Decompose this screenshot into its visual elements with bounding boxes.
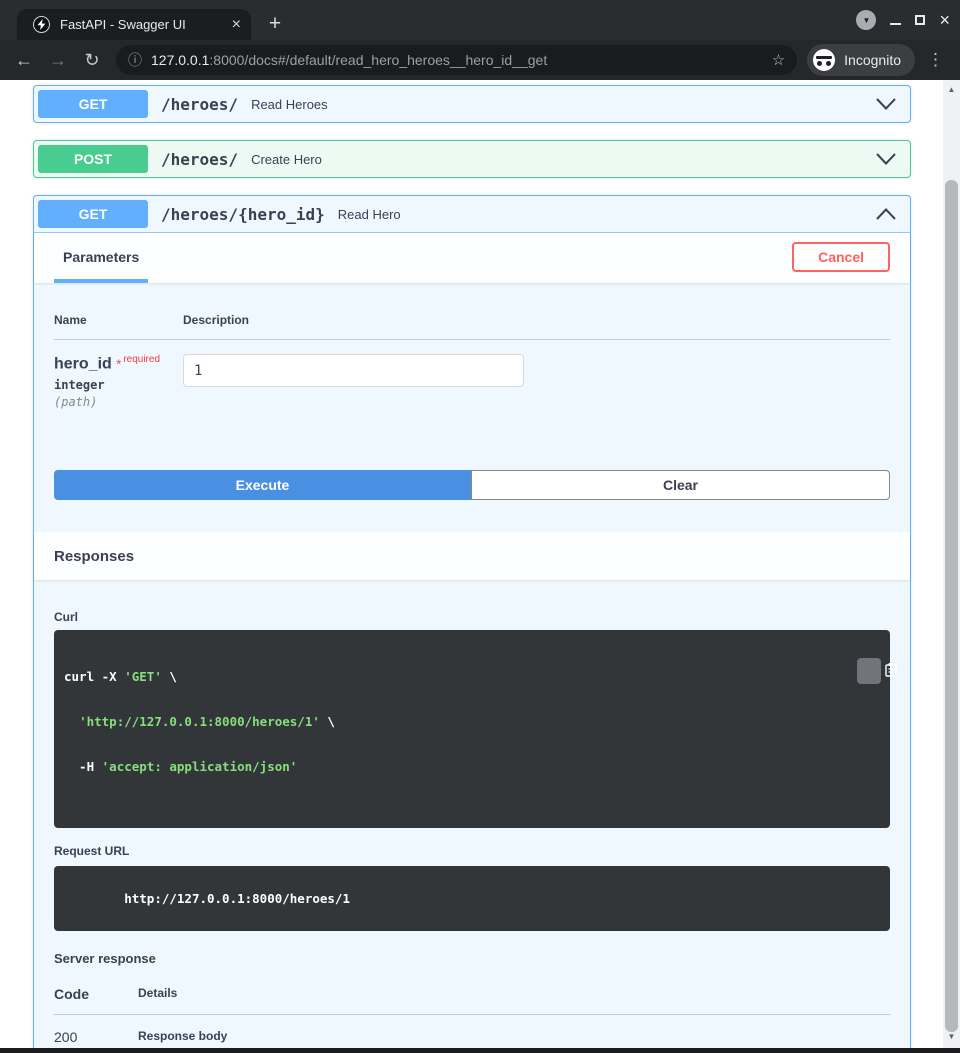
- browser-chrome: FastAPI - Swagger UI × + ▼ × ← → ↻ ⓘ 127…: [0, 0, 960, 80]
- response-table-header: Code Details: [54, 986, 890, 1015]
- curl-line: 'http://127.0.0.1:8000/heroes/1' \: [79, 714, 335, 729]
- server-response-label: Server response: [54, 951, 156, 966]
- browser-toolbar: ← → ↻ ⓘ 127.0.0.1:8000/docs#/default/rea…: [0, 40, 960, 80]
- bookmark-star-icon[interactable]: ☆: [772, 51, 785, 69]
- scroll-up-icon[interactable]: ▲: [943, 85, 960, 94]
- opblock-summary-read-heroes[interactable]: GET /heroes/ Read Heroes: [34, 86, 910, 122]
- copy-curl-button[interactable]: [857, 658, 897, 684]
- method-badge: GET: [38, 90, 148, 118]
- endpoint-path: /heroes/{hero_id}: [161, 204, 325, 224]
- page-scrollbar[interactable]: ▲ ▼: [943, 80, 960, 1048]
- required-star: *: [116, 356, 122, 372]
- window-bottom-edge: [0, 1048, 960, 1053]
- scroll-down-icon[interactable]: ▼: [943, 1032, 960, 1041]
- description-column-header: Description: [183, 313, 250, 327]
- copy-icon: [840, 647, 897, 695]
- name-column-header: Name: [54, 313, 87, 327]
- endpoint-summary: Create Hero: [251, 151, 322, 167]
- chevron-up-icon[interactable]: [876, 208, 896, 220]
- responses-section: Curl curl -X 'GET' \ 'http://127.0.0.1:8…: [34, 580, 910, 1053]
- curl-line: curl -X 'GET' \: [64, 669, 177, 684]
- cancel-button[interactable]: Cancel: [792, 242, 890, 272]
- opblock-create-hero: POST /heroes/ Create Hero: [33, 140, 911, 178]
- window-close-icon[interactable]: ×: [939, 11, 950, 29]
- maximize-icon[interactable]: [915, 15, 926, 25]
- chevron-down-icon[interactable]: [876, 153, 896, 165]
- execute-button[interactable]: Execute: [54, 470, 471, 500]
- endpoint-path: /heroes/: [161, 149, 239, 169]
- parameters-table-header: Name Description: [54, 313, 890, 340]
- back-icon[interactable]: ←: [10, 46, 38, 74]
- method-badge: GET: [38, 200, 148, 228]
- tab-parameters[interactable]: Parameters: [54, 249, 149, 283]
- opblock-summary-read-hero[interactable]: GET /heroes/{hero_id} Read Hero: [34, 196, 910, 233]
- chevron-down-icon[interactable]: [876, 98, 896, 110]
- incognito-icon: [813, 49, 836, 71]
- url-host: 127.0.0.1: [151, 52, 210, 68]
- parameters-section: Name Description hero_id * required integ…: [34, 283, 910, 532]
- curl-line: -H 'accept: application/json': [64, 759, 298, 774]
- endpoint-summary: Read Heroes: [251, 96, 328, 112]
- close-tab-icon[interactable]: ×: [232, 16, 241, 33]
- browser-tab[interactable]: FastAPI - Swagger UI ×: [17, 9, 251, 40]
- curl-command-block: curl -X 'GET' \ 'http://127.0.0.1:8000/h…: [54, 630, 897, 828]
- parameter-name: hero_id: [54, 355, 112, 373]
- parameters-header: Parameters Cancel: [34, 233, 910, 283]
- responses-title: Responses: [54, 547, 135, 565]
- opblock-read-heroes: GET /heroes/ Read Heroes: [33, 85, 911, 123]
- endpoint-path: /heroes/: [161, 94, 239, 114]
- site-info-icon[interactable]: ⓘ: [128, 50, 142, 70]
- scrollbar-thumb[interactable]: [945, 180, 958, 1032]
- url-path: :8000/docs#/default/read_hero_heroes__he…: [209, 52, 548, 68]
- reload-icon[interactable]: ↻: [78, 46, 106, 74]
- required-label: required: [123, 354, 161, 365]
- opblock-read-hero: GET /heroes/{hero_id} Read Hero Paramete…: [33, 195, 911, 1053]
- url-text: 127.0.0.1:8000/docs#/default/read_hero_h…: [151, 52, 763, 68]
- window-controls: ▼ ×: [856, 8, 950, 32]
- code-column-header: Code: [54, 986, 89, 1002]
- swagger-page: GET /heroes/ Read Heroes POST /heroes/ C…: [0, 80, 943, 1053]
- request-url-block: http://127.0.0.1:8000/heroes/1: [54, 866, 890, 931]
- responses-header: Responses: [34, 532, 910, 580]
- tab-strip: FastAPI - Swagger UI × + ▼ ×: [0, 0, 960, 40]
- address-bar[interactable]: ⓘ 127.0.0.1:8000/docs#/default/read_hero…: [116, 45, 798, 75]
- incognito-badge: Incognito: [807, 44, 915, 76]
- tab-search-icon[interactable]: ▼: [856, 10, 877, 30]
- tab-title: FastAPI - Swagger UI: [60, 17, 186, 32]
- request-url-label: Request URL: [54, 844, 130, 858]
- parameter-value-cell: [183, 354, 524, 387]
- parameter-location: (path): [54, 395, 98, 410]
- execute-row: Execute Clear: [54, 470, 890, 532]
- parameter-name-cell: hero_id * required integer (path): [54, 354, 183, 409]
- browser-menu-icon[interactable]: ⋮: [921, 50, 950, 70]
- minimize-icon[interactable]: [890, 23, 902, 25]
- endpoint-summary: Read Hero: [337, 206, 401, 222]
- clear-button[interactable]: Clear: [471, 470, 890, 500]
- opblock-summary-create-hero[interactable]: POST /heroes/ Create Hero: [34, 141, 910, 177]
- curl-label: Curl: [54, 610, 78, 624]
- request-url-value: http://127.0.0.1:8000/heroes/1: [124, 891, 350, 906]
- incognito-label: Incognito: [844, 52, 901, 68]
- details-column-header: Details: [138, 986, 178, 1000]
- method-badge: POST: [38, 145, 148, 173]
- forward-icon[interactable]: →: [44, 46, 72, 74]
- new-tab-button[interactable]: +: [262, 12, 288, 36]
- parameter-row: hero_id * required integer (path): [54, 340, 890, 470]
- response-body-label: Response body: [138, 1029, 228, 1043]
- hero-id-input[interactable]: [183, 354, 524, 387]
- parameter-type: integer: [54, 378, 105, 393]
- fastapi-favicon-icon: [33, 16, 50, 33]
